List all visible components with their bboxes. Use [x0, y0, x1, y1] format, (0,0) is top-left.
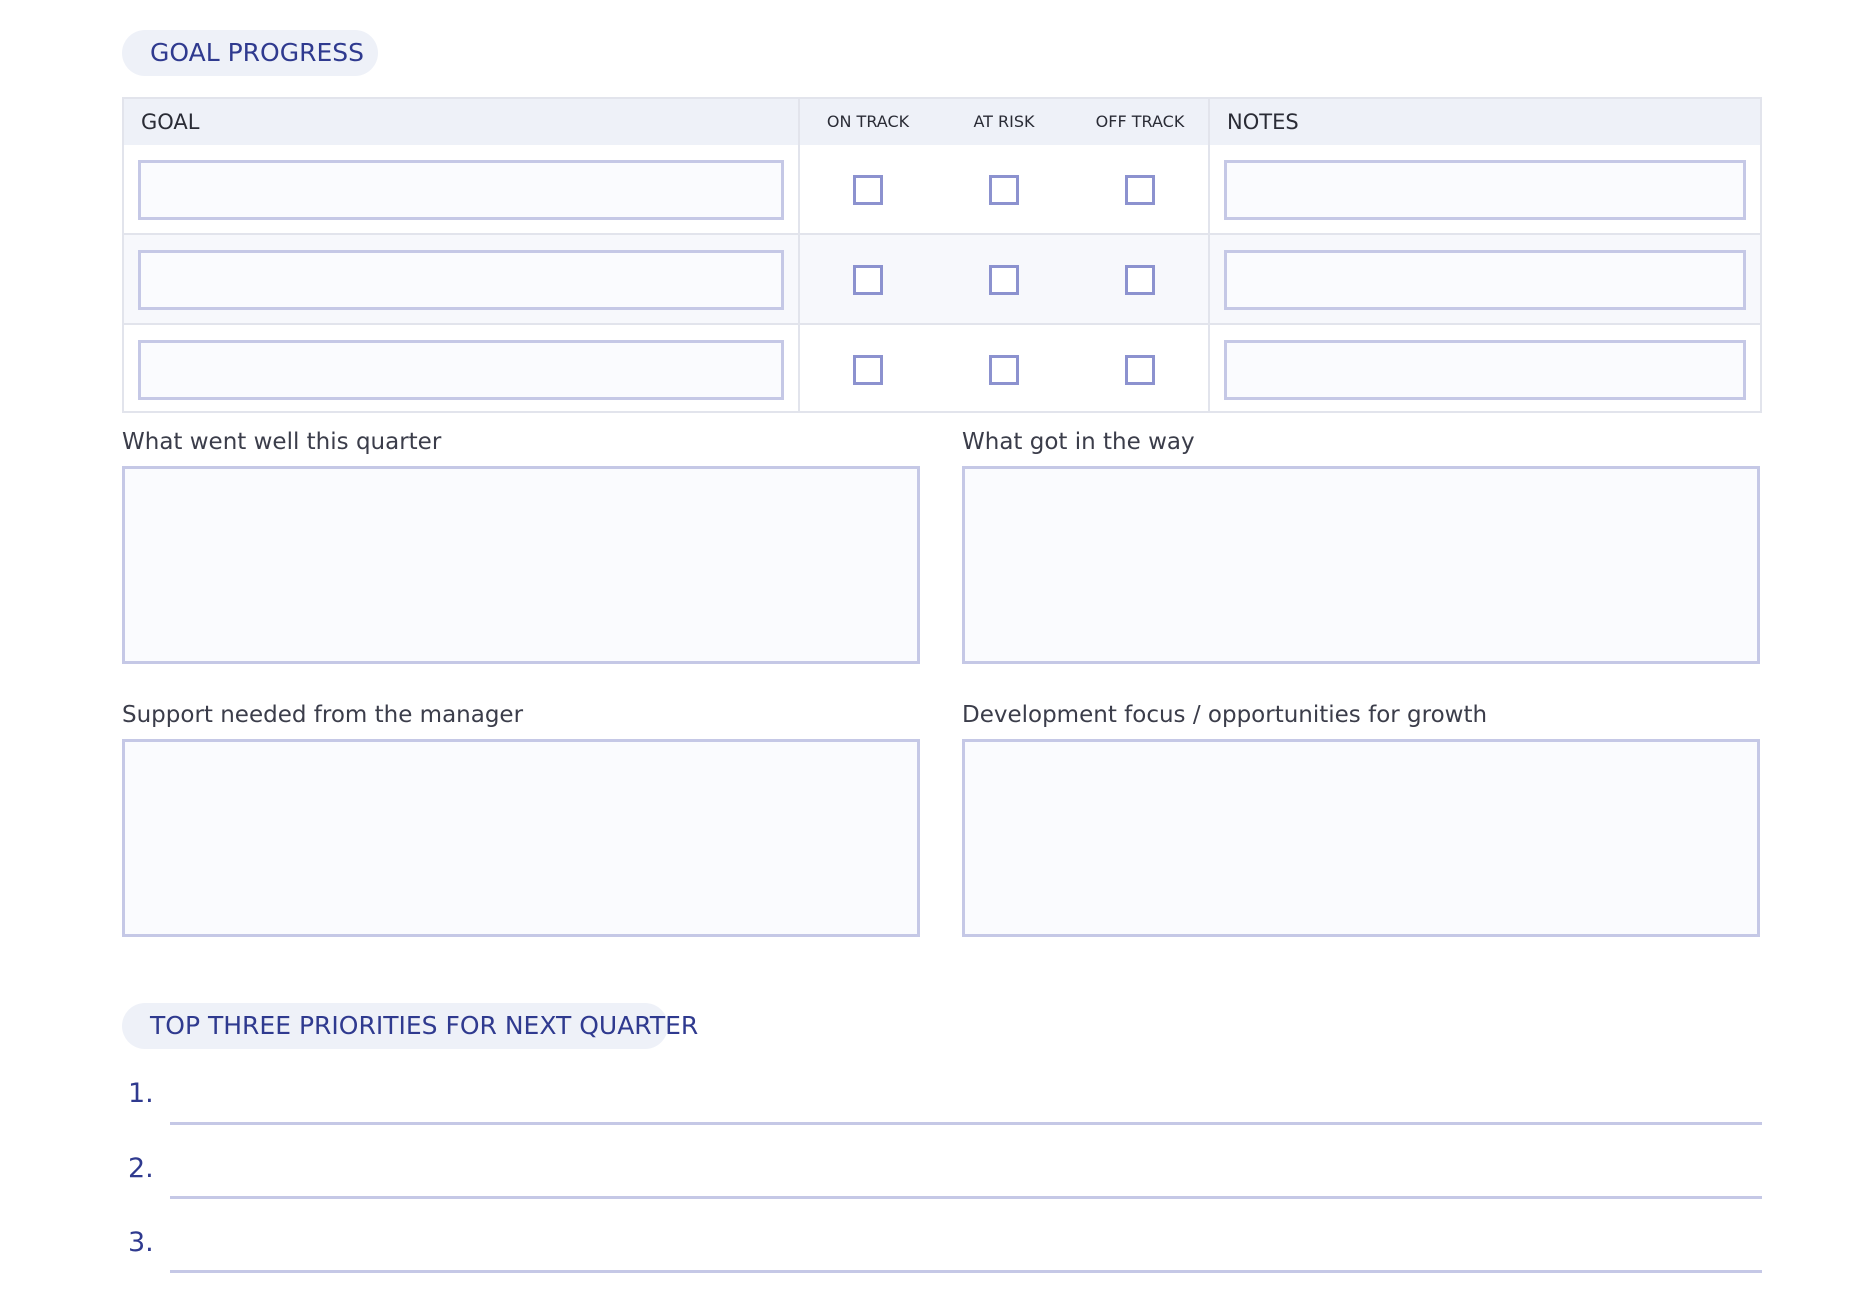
development-focus-label: Development focus / opportunities for gr… — [962, 702, 1488, 728]
went-well-label: What went well this quarter — [122, 429, 442, 455]
priorities-heading: TOP THREE PRIORITIES FOR NEXT QUARTER — [122, 1003, 698, 1049]
at-risk-checkbox[interactable] — [989, 355, 1019, 385]
column-divider — [1208, 99, 1210, 411]
off-track-checkbox[interactable] — [1125, 175, 1155, 205]
priority-number-2: 2. — [128, 1153, 154, 1184]
on-track-checkbox[interactable] — [853, 175, 883, 205]
row-divider — [124, 233, 1760, 235]
at-risk-checkbox[interactable] — [989, 265, 1019, 295]
off-track-checkbox[interactable] — [1125, 265, 1155, 295]
notes-input[interactable] — [1224, 340, 1746, 400]
goal-progress-heading: GOAL PROGRESS — [122, 30, 378, 76]
notes-input[interactable] — [1224, 250, 1746, 310]
got-in-way-textarea[interactable] — [962, 466, 1760, 664]
support-needed-label: Support needed from the manager — [122, 702, 524, 728]
row-divider — [124, 323, 1760, 325]
priority-number-1: 1. — [128, 1078, 154, 1109]
off-track-column-header: OFF TRACK — [1095, 112, 1185, 131]
goal-column-header: GOAL — [141, 110, 200, 134]
on-track-checkbox[interactable] — [853, 355, 883, 385]
priority-line-2[interactable] — [170, 1196, 1762, 1199]
on-track-checkbox[interactable] — [853, 265, 883, 295]
goal-input[interactable] — [138, 250, 784, 310]
priority-line-1[interactable] — [170, 1122, 1762, 1125]
on-track-column-header: ON TRACK — [826, 112, 910, 131]
priority-line-3[interactable] — [170, 1270, 1762, 1273]
went-well-textarea[interactable] — [122, 466, 920, 664]
development-focus-textarea[interactable] — [962, 739, 1760, 937]
notes-column-header: NOTES — [1227, 110, 1299, 134]
column-divider — [798, 99, 800, 411]
at-risk-checkbox[interactable] — [989, 175, 1019, 205]
support-needed-textarea[interactable] — [122, 739, 920, 937]
got-in-way-label: What got in the way — [962, 429, 1195, 455]
at-risk-column-header: AT RISK — [973, 112, 1035, 131]
goal-input[interactable] — [138, 160, 784, 220]
notes-input[interactable] — [1224, 160, 1746, 220]
off-track-checkbox[interactable] — [1125, 355, 1155, 385]
priority-number-3: 3. — [128, 1227, 154, 1258]
goal-input[interactable] — [138, 340, 784, 400]
goal-progress-table: GOAL ON TRACK AT RISK OFF TRACK NOTES — [122, 97, 1762, 413]
